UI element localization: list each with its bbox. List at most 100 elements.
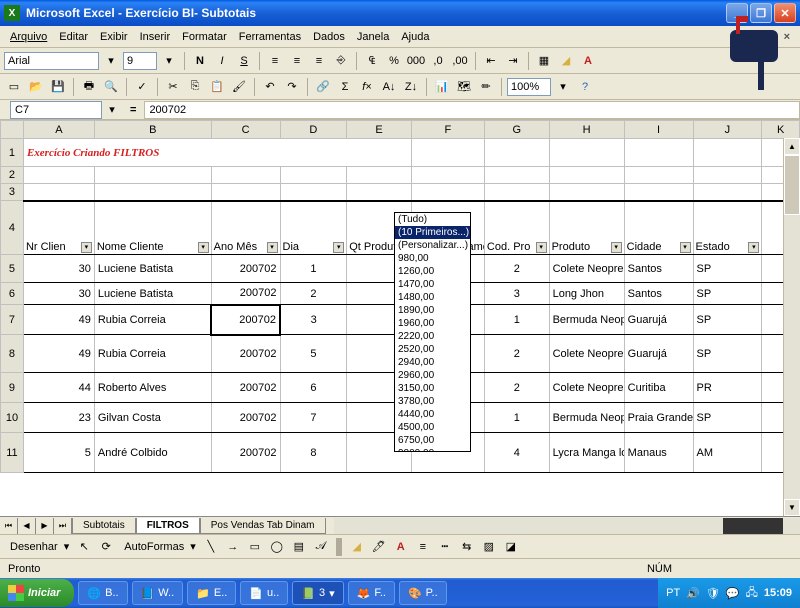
merge-button[interactable]: ⎆: [331, 51, 351, 71]
menu-tools[interactable]: Ferramentas: [233, 29, 307, 45]
cut-button[interactable]: ✂: [163, 77, 183, 97]
filter-drop-j[interactable]: ▾: [748, 242, 759, 253]
name-box[interactable]: C7: [10, 101, 102, 119]
system-tray[interactable]: PT 🔊 🛡 💬 🖧 15:09: [658, 578, 800, 608]
borders-button[interactable]: ▦: [534, 51, 554, 71]
autosum-button[interactable]: Σ: [335, 77, 355, 97]
taskbar-item[interactable]: 📗 3 ▾: [292, 581, 343, 605]
tray-icon[interactable]: 🛡: [706, 587, 720, 600]
spell-button[interactable]: ✓: [132, 77, 152, 97]
formula-input[interactable]: 200702: [144, 101, 800, 119]
fill-color-button[interactable]: ◢: [556, 51, 576, 71]
filter-drop-h[interactable]: ▾: [611, 242, 622, 253]
bold-button[interactable]: N: [190, 51, 210, 71]
align-center-button[interactable]: ≡: [287, 51, 307, 71]
drawing-button[interactable]: ✏: [476, 77, 496, 97]
rectangle-icon[interactable]: ▭: [245, 537, 265, 557]
line-style-icon[interactable]: ≡: [413, 537, 433, 557]
line-color-icon[interactable]: 🖊: [369, 537, 389, 557]
font-color-button[interactable]: A: [578, 51, 598, 71]
tray-icon[interactable]: 💬: [726, 587, 740, 600]
oval-icon[interactable]: ◯: [267, 537, 287, 557]
new-button[interactable]: ▭: [4, 77, 24, 97]
align-right-button[interactable]: ≡: [309, 51, 329, 71]
select-arrow-icon[interactable]: ↖: [74, 537, 94, 557]
arrow-style-icon[interactable]: ⇆: [457, 537, 477, 557]
horizontal-scrollbar[interactable]: [334, 518, 800, 534]
tab-nav-prev[interactable]: ◀: [18, 518, 36, 534]
inc-decimal-button[interactable]: ,0: [428, 51, 448, 71]
dec-indent-button[interactable]: ⇤: [481, 51, 501, 71]
scroll-thumb[interactable]: [784, 155, 800, 215]
filter-option[interactable]: 1470,00: [395, 278, 470, 291]
thousands-button[interactable]: 000: [406, 51, 426, 71]
filter-option[interactable]: 3150,00: [395, 382, 470, 395]
filter-drop-b[interactable]: ▾: [198, 242, 209, 253]
tab-filtros[interactable]: FILTROS: [136, 518, 200, 534]
map-button[interactable]: 🗺: [454, 77, 474, 97]
lang-indicator[interactable]: PT: [666, 587, 680, 599]
dash-style-icon[interactable]: ┅: [435, 537, 455, 557]
sort-desc-button[interactable]: Z↓: [401, 77, 421, 97]
filter-option[interactable]: 2220,00: [395, 330, 470, 343]
chart-button[interactable]: 📊: [432, 77, 452, 97]
column-headers[interactable]: ABC DEFG HIJK: [1, 121, 800, 139]
scroll-up-icon[interactable]: ▲: [784, 138, 800, 155]
filter-option[interactable]: 9000,00: [395, 447, 470, 452]
menu-window[interactable]: Janela: [351, 29, 395, 45]
font-size-select[interactable]: 9: [123, 52, 157, 70]
filter-dropdown-valor[interactable]: (Tudo)(10 Primeiros...)(Personalizar...)…: [394, 212, 471, 452]
tab-nav-last[interactable]: ⏭: [54, 518, 72, 534]
taskbar-item[interactable]: 🎨 P..: [399, 581, 447, 605]
filter-option[interactable]: (Tudo): [395, 213, 470, 226]
filter-option[interactable]: 1260,00: [395, 265, 470, 278]
taskbar-item[interactable]: 📁 E..: [187, 581, 236, 605]
preview-button[interactable]: 🔍: [101, 77, 121, 97]
start-button[interactable]: Iniciar: [0, 579, 74, 607]
taskbar-item[interactable]: 🌐 B..: [78, 581, 127, 605]
arrow-icon[interactable]: →: [223, 537, 243, 557]
rotate-icon[interactable]: ⟳: [96, 537, 116, 557]
copy-button[interactable]: ⎘: [185, 77, 205, 97]
filter-option[interactable]: 2940,00: [395, 356, 470, 369]
font-color-icon[interactable]: A: [391, 537, 411, 557]
menu-insert[interactable]: Inserir: [134, 29, 177, 45]
filter-option[interactable]: 2960,00: [395, 369, 470, 382]
menu-file[interactable]: Arquivo: [4, 29, 53, 45]
filter-drop-i[interactable]: ▾: [680, 242, 691, 253]
open-button[interactable]: 📂: [26, 77, 46, 97]
scroll-down-icon[interactable]: ▼: [784, 499, 800, 516]
taskbar-item[interactable]: 📘 W..: [132, 581, 184, 605]
filter-option[interactable]: 4440,00: [395, 408, 470, 421]
italic-button[interactable]: I: [212, 51, 232, 71]
menu-edit[interactable]: Editar: [53, 29, 94, 45]
inc-indent-button[interactable]: ⇥: [503, 51, 523, 71]
clock[interactable]: 15:09: [764, 587, 792, 599]
filter-drop-a[interactable]: ▾: [81, 242, 92, 253]
currency-button[interactable]: ₠: [362, 51, 382, 71]
filter-option[interactable]: 1890,00: [395, 304, 470, 317]
hyperlink-button[interactable]: 🔗: [313, 77, 333, 97]
taskbar-item[interactable]: 📄 u..: [240, 581, 288, 605]
menu-format[interactable]: Formatar: [176, 29, 233, 45]
function-button[interactable]: f×: [357, 77, 377, 97]
tab-nav-next[interactable]: ▶: [36, 518, 54, 534]
row-header[interactable]: 1: [1, 139, 24, 167]
close-button[interactable]: ✕: [774, 3, 796, 23]
filter-option[interactable]: 980,00: [395, 252, 470, 265]
undo-button[interactable]: ↶: [260, 77, 280, 97]
vertical-scrollbar[interactable]: ▲ ▼: [783, 138, 800, 516]
taskbar-item[interactable]: 🦊 F..: [348, 581, 395, 605]
tab-posvendas[interactable]: Pos Vendas Tab Dinam: [200, 518, 326, 534]
maximize-button[interactable]: ❐: [750, 3, 772, 23]
redo-button[interactable]: ↷: [282, 77, 302, 97]
zoom-select[interactable]: 100%: [507, 78, 551, 96]
line-icon[interactable]: ╲: [201, 537, 221, 557]
dec-decimal-button[interactable]: ,00: [450, 51, 470, 71]
wordart-icon[interactable]: 𝒜: [311, 537, 331, 557]
filter-option[interactable]: 3780,00: [395, 395, 470, 408]
filter-option[interactable]: 2520,00: [395, 343, 470, 356]
menu-view[interactable]: Exibir: [94, 29, 134, 45]
filter-drop-g[interactable]: ▾: [536, 242, 547, 253]
textbox-icon[interactable]: ▤: [289, 537, 309, 557]
